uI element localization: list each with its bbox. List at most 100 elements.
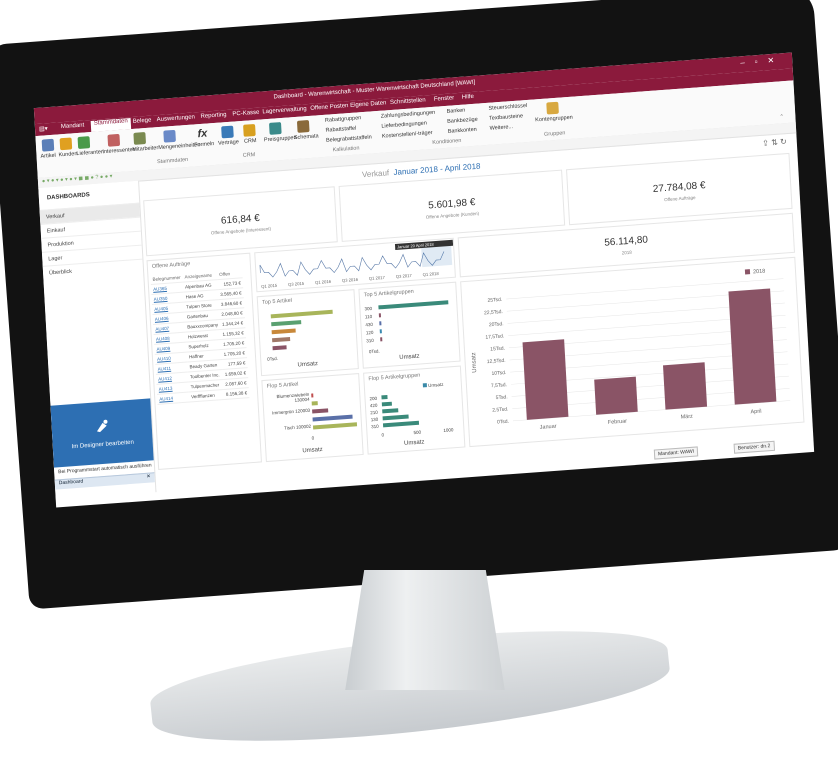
- y-tick-label: 15Tsd.: [490, 346, 505, 353]
- bar: [379, 321, 382, 326]
- menu-offene-posten[interactable]: Offene Posten: [310, 103, 348, 112]
- menu-reporting[interactable]: Reporting: [200, 112, 226, 120]
- y-tick-label: 22,5Tsd.: [484, 309, 503, 316]
- menu-mandant[interactable]: Mandant: [61, 122, 85, 130]
- menu-hilfe[interactable]: Hilfe: [462, 94, 474, 101]
- kontengruppen-button[interactable]: Kontengruppen: [535, 115, 573, 124]
- crm-icon: [243, 123, 256, 137]
- open-orders-table: Belegnummer Anzeigename Offen AU365 Alpen…: [150, 268, 250, 405]
- bar: [271, 320, 302, 327]
- timeline-tick: Q1 2015: [261, 283, 278, 289]
- category-labels: 200 420 210 130 310: [369, 395, 378, 431]
- steuerschluessel-button[interactable]: Steuerschlüssel: [488, 103, 527, 112]
- flop5-gruppen-card: Flop 5 Artikelgruppen Umsatz 200 420 210…: [363, 365, 466, 455]
- lieferbedingungen-button[interactable]: Lieferbedingungen: [381, 120, 427, 129]
- category-label: 310: [370, 423, 379, 430]
- schemata-button[interactable]: Schemata: [294, 133, 319, 141]
- category-label: 310: [366, 337, 374, 344]
- vertraege-button[interactable]: Verträge: [218, 139, 239, 147]
- menu-fenster[interactable]: Fenster: [434, 95, 455, 102]
- bar: [382, 408, 399, 414]
- category-label: 420: [369, 402, 378, 409]
- bar-februar: [594, 376, 638, 415]
- chart-title: Flop 5 Artikelgruppen: [368, 372, 421, 383]
- rabattstaffel-button[interactable]: Rabattstaffel: [325, 126, 356, 134]
- menu-eigene-daten[interactable]: Eigene Daten: [350, 100, 387, 109]
- weitere-button[interactable]: Weitere...: [489, 124, 513, 132]
- menu-belege[interactable]: Belege: [133, 118, 152, 125]
- legend-swatch: [422, 383, 427, 388]
- bar-april: [728, 288, 777, 405]
- timeline-tick: Q3 2017: [396, 273, 413, 279]
- chart-title: Flop 5 Artikel: [266, 381, 299, 390]
- kunden-button[interactable]: Kunden: [58, 151, 77, 158]
- top5-artikel-card: Top 5 Artikel 0Tsd. Umsatz: [256, 289, 359, 377]
- menu-auswertungen[interactable]: Auswertungen: [157, 114, 196, 123]
- mengeneinheiten-icon: [163, 129, 176, 143]
- interessenten-button[interactable]: Interessenten: [102, 147, 136, 155]
- menu-lagerverwaltung[interactable]: Lagerverwaltung: [262, 106, 307, 115]
- close-tab-icon[interactable]: ✕: [146, 474, 151, 480]
- bankkonten-button[interactable]: Bankkonten: [448, 127, 477, 135]
- table-body: AU365 Alpenbau AG 152,73 € AU350 Hase AG 3.56…: [150, 277, 250, 405]
- lieferanten-icon: [77, 136, 91, 149]
- menu-pc-kasse[interactable]: PC-Kasse: [232, 110, 259, 118]
- y-tick-label: 20Tsd.: [489, 321, 504, 328]
- collapse-ribbon-icon[interactable]: ⌃: [779, 114, 784, 120]
- filter-icon[interactable]: ⇅: [771, 138, 778, 147]
- interessenten-icon: [107, 133, 121, 147]
- formeln-button[interactable]: Formeln: [194, 141, 214, 148]
- bankbezuege-button[interactable]: Bankbezüge: [447, 117, 478, 125]
- window-controls[interactable]: –▫✕: [740, 55, 784, 67]
- mitarbeiter-button[interactable]: Mitarbeiter: [132, 145, 158, 153]
- timeline-tick: Q1 2016: [315, 279, 332, 285]
- monthly-revenue-card: 0Tsd. 2,5Tsd. 5Tsd. 7,5Tsd. 10Tsd. 12,5Tsd. 15…: [460, 256, 805, 448]
- bar: [381, 394, 388, 400]
- kostenstellen-button[interactable]: Kostenstellen/-träger: [382, 130, 433, 140]
- crm-button[interactable]: CRM: [244, 138, 257, 145]
- status-benutzer: Benutzer: dn.2: [733, 440, 775, 454]
- app-menu-icon[interactable]: ▤▾: [39, 125, 48, 133]
- bar: [381, 401, 392, 407]
- paint-icon: [96, 419, 108, 433]
- timeline-tick: Q3 2015: [288, 281, 305, 287]
- monitor-stand-neck: [345, 570, 505, 690]
- minimize-icon[interactable]: –: [740, 57, 755, 67]
- designer-button[interactable]: Im Designer bearbeiten: [50, 398, 154, 468]
- category-labels: 300 110 430 120 310: [364, 305, 374, 345]
- axis-tick: 0: [381, 432, 385, 438]
- bar: [311, 393, 314, 398]
- timeline-line: [259, 251, 445, 278]
- top5-gruppen-card: Top 5 Artikelgruppen 300 110 430 120 310…: [358, 281, 461, 369]
- menu-schnittstellen[interactable]: Schnittstellen: [390, 97, 426, 106]
- bar: [378, 300, 449, 310]
- bar: [312, 422, 358, 430]
- close-icon[interactable]: ✕: [767, 55, 784, 65]
- maximize-icon[interactable]: ▫: [754, 56, 767, 66]
- export-icon[interactable]: ⇪: [762, 138, 769, 147]
- refresh-icon[interactable]: ↻: [780, 137, 787, 146]
- order-number-cell[interactable]: AU414: [157, 392, 190, 405]
- belegrabattstaffeln-button[interactable]: Belegrabattstaffeln: [326, 134, 372, 143]
- textbausteine-button[interactable]: Textbausteine: [489, 113, 523, 121]
- x-tick-label: April: [750, 409, 761, 416]
- bar: [382, 414, 409, 421]
- customer-name-cell[interactable]: Verffflanzen: [188, 389, 225, 403]
- artikel-button[interactable]: Artikel: [40, 153, 56, 160]
- open-orders-title: Offene Aufträge: [151, 261, 191, 270]
- group-kalkulation-label: Kalkulation: [332, 145, 360, 154]
- dashboard-range: Januar 2018 - April 2018: [393, 161, 481, 177]
- category-label: 430: [365, 321, 374, 328]
- group-konditionen-label: Konditionen: [432, 137, 462, 147]
- zahlungsbedingungen-button[interactable]: Zahlungsbedingungen: [381, 110, 436, 120]
- preisgruppen-button[interactable]: Preisgruppen: [264, 135, 297, 143]
- monthly-revenue-chart: 0Tsd. 2,5Tsd. 5Tsd. 7,5Tsd. 10Tsd. 12,5Tsd. 15…: [471, 268, 791, 431]
- banken-button[interactable]: Banken: [446, 108, 465, 115]
- y-tick-label: 7,5Tsd.: [491, 382, 507, 389]
- x-tick-label: Januar: [540, 424, 557, 431]
- lieferanten-button[interactable]: Lieferanten: [76, 149, 104, 157]
- rabattgruppen-button[interactable]: Rabattgruppen: [325, 115, 362, 124]
- y-tick-label: 10Tsd.: [491, 370, 506, 377]
- bar: [312, 414, 353, 422]
- open-amount-cell: 8.156,38 €: [223, 387, 250, 400]
